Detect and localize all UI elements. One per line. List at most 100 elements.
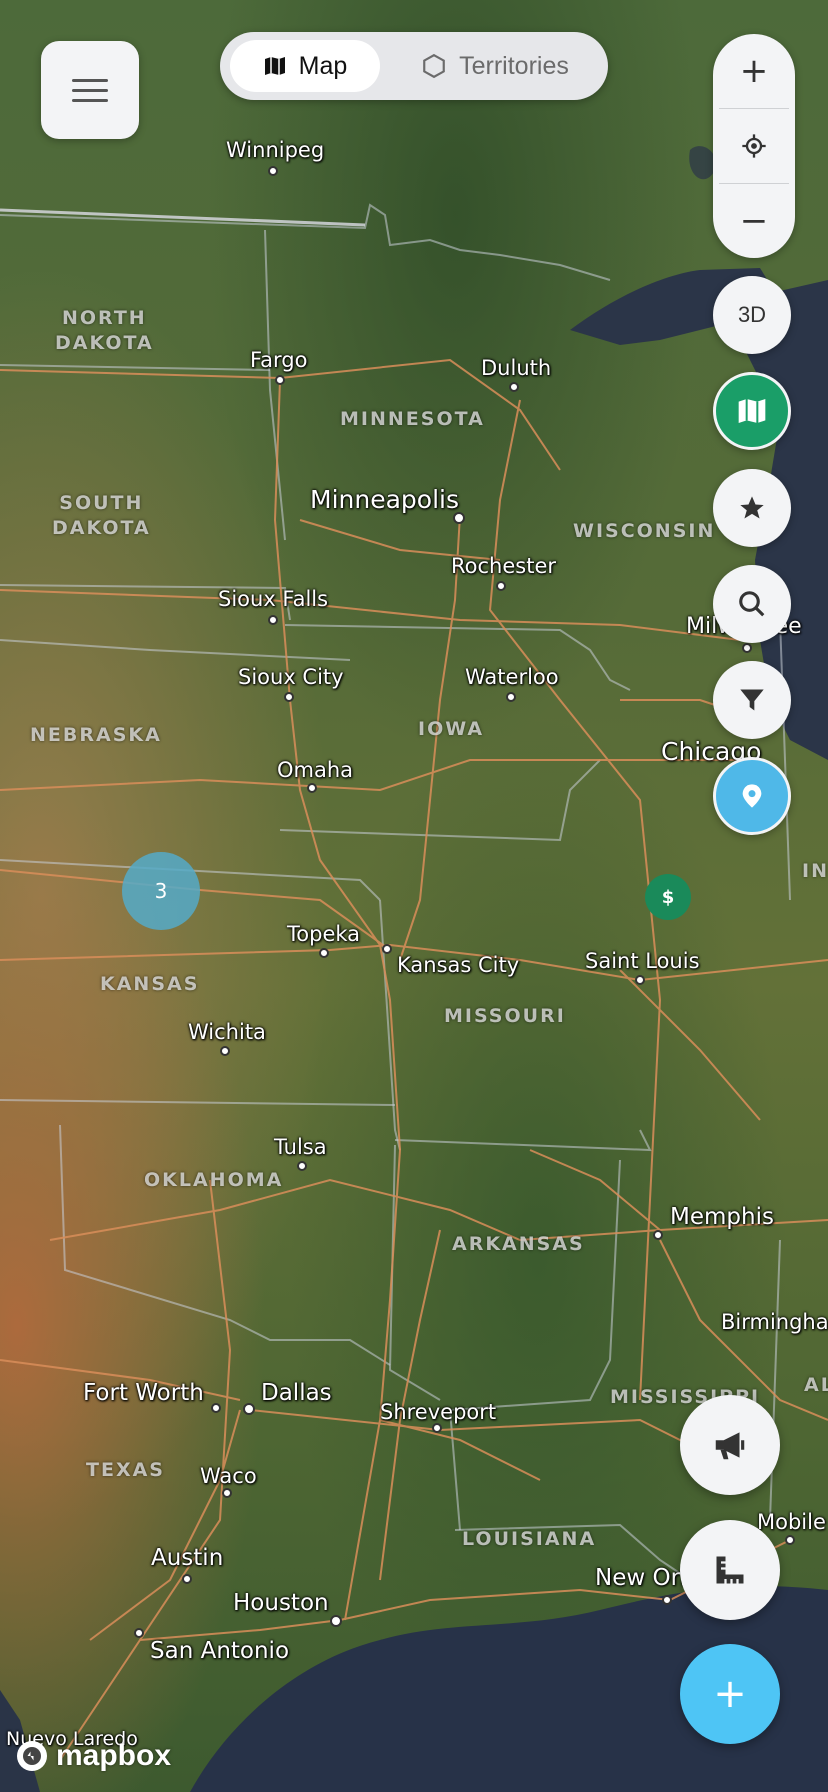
city-dot (319, 948, 329, 958)
hexagon-icon (423, 53, 445, 79)
state-label: MISSOURI (444, 1005, 566, 1027)
state-label: OKLAHOMA (144, 1169, 284, 1191)
city-label: Birmingham (721, 1310, 828, 1334)
map-layers-button[interactable] (713, 372, 791, 450)
view-toggle: Map Territories (220, 32, 608, 100)
city-dot (220, 1046, 230, 1056)
state-label: ARKANSAS (452, 1233, 585, 1255)
city-dot (307, 783, 317, 793)
city-label: Waterloo (465, 665, 559, 689)
city-label: Waco (200, 1464, 257, 1488)
state-label: LOUISIANA (462, 1528, 597, 1550)
city-label: Rochester (451, 554, 556, 578)
tab-territories[interactable]: Territories (390, 40, 600, 92)
city-dot (653, 1230, 663, 1240)
favorites-button[interactable] (713, 469, 791, 547)
city-label: Tulsa (274, 1135, 327, 1159)
city-label: Houston (233, 1590, 329, 1616)
marker-symbol: $ (661, 886, 675, 908)
map-icon (264, 57, 285, 75)
star-icon (740, 496, 764, 519)
city-label: Memphis (670, 1204, 774, 1230)
city-dot (506, 692, 516, 702)
cluster-count: 3 (154, 879, 168, 903)
zoom-in-label: + (739, 51, 769, 91)
city-dot (662, 1595, 672, 1605)
city-label: San Antonio (150, 1638, 290, 1664)
city-label: Saint Louis (585, 949, 700, 973)
city-label: Kansas City (397, 953, 520, 977)
city-label: Sioux Falls (218, 587, 329, 611)
filter-icon (740, 689, 764, 711)
city-dot (785, 1535, 795, 1545)
mapbox-icon (17, 1741, 47, 1771)
filter-button[interactable] (713, 661, 791, 739)
marker-cluster[interactable]: 3 (122, 852, 200, 930)
zoom-in-button[interactable]: + (713, 34, 795, 108)
ruler-icon (716, 1556, 744, 1584)
city-dot (330, 1615, 342, 1627)
megaphone-icon (715, 1432, 745, 1460)
city-label: Omaha (277, 758, 354, 782)
city-dot (496, 581, 506, 591)
menu-button[interactable] (41, 41, 139, 139)
city-dot (275, 375, 285, 385)
state-label: MINNESOTA (340, 408, 485, 430)
city-dot (182, 1574, 192, 1584)
search-button[interactable] (713, 565, 791, 643)
city-dot (432, 1423, 442, 1433)
city-label: Duluth (481, 356, 552, 380)
map-icon (738, 399, 766, 423)
mapbox-logo[interactable]: mapbox (14, 1736, 171, 1776)
city-dot (284, 692, 294, 702)
city-label: Fargo (250, 348, 308, 372)
city-dot (222, 1488, 232, 1498)
city-dot (268, 615, 278, 625)
search-icon (739, 591, 765, 617)
city-label: Shreveport (380, 1400, 497, 1424)
city-dot (268, 166, 278, 176)
city-dot (509, 382, 519, 392)
state-label: IN (802, 860, 828, 882)
tab-map[interactable]: Map (230, 40, 380, 92)
state-label: IOWA (418, 718, 485, 740)
state-label: AL (804, 1374, 828, 1396)
city-label: Sioux City (238, 665, 344, 689)
city-dot (742, 643, 752, 653)
3d-button[interactable]: 3D (713, 276, 791, 354)
announce-button[interactable] (680, 1395, 780, 1495)
tab-map-label: Map (298, 51, 348, 80)
pin-button[interactable] (713, 757, 791, 835)
dollar-marker[interactable]: $ (645, 874, 691, 920)
city-dot (134, 1628, 144, 1638)
zoom-controls: + − (713, 34, 795, 258)
add-button[interactable]: + (680, 1644, 780, 1744)
state-label: SOUTH DAKOTA (52, 492, 151, 539)
tab-territories-label: Territories (459, 51, 569, 80)
city-dot (211, 1403, 221, 1413)
city-label: Topeka (287, 922, 361, 946)
city-dot (243, 1403, 255, 1415)
city-label: Dallas (261, 1380, 332, 1406)
zoom-out-label: − (739, 201, 769, 241)
city-label: Wichita (188, 1020, 266, 1044)
crosshair-icon (742, 134, 766, 158)
state-label: TEXAS (86, 1459, 165, 1481)
mapbox-text: mapbox (56, 1739, 172, 1772)
add-label: + (713, 1671, 747, 1717)
state-label: NORTH DAKOTA (55, 307, 154, 354)
state-label: WISCONSIN (573, 520, 716, 542)
city-label: Winnipeg (226, 138, 325, 162)
city-dot (453, 512, 465, 524)
measure-button[interactable] (680, 1520, 780, 1620)
city-label: Minneapolis (310, 485, 459, 514)
city-dot (635, 975, 645, 985)
hamburger-icon (72, 72, 108, 109)
state-label: KANSAS (100, 973, 200, 995)
locate-button[interactable] (713, 109, 795, 183)
city-dot (382, 944, 392, 954)
3d-label: 3D (737, 302, 767, 327)
city-label: Austin (151, 1545, 224, 1571)
state-label: NEBRASKA (30, 724, 162, 746)
city-label: Mobile (757, 1510, 826, 1534)
